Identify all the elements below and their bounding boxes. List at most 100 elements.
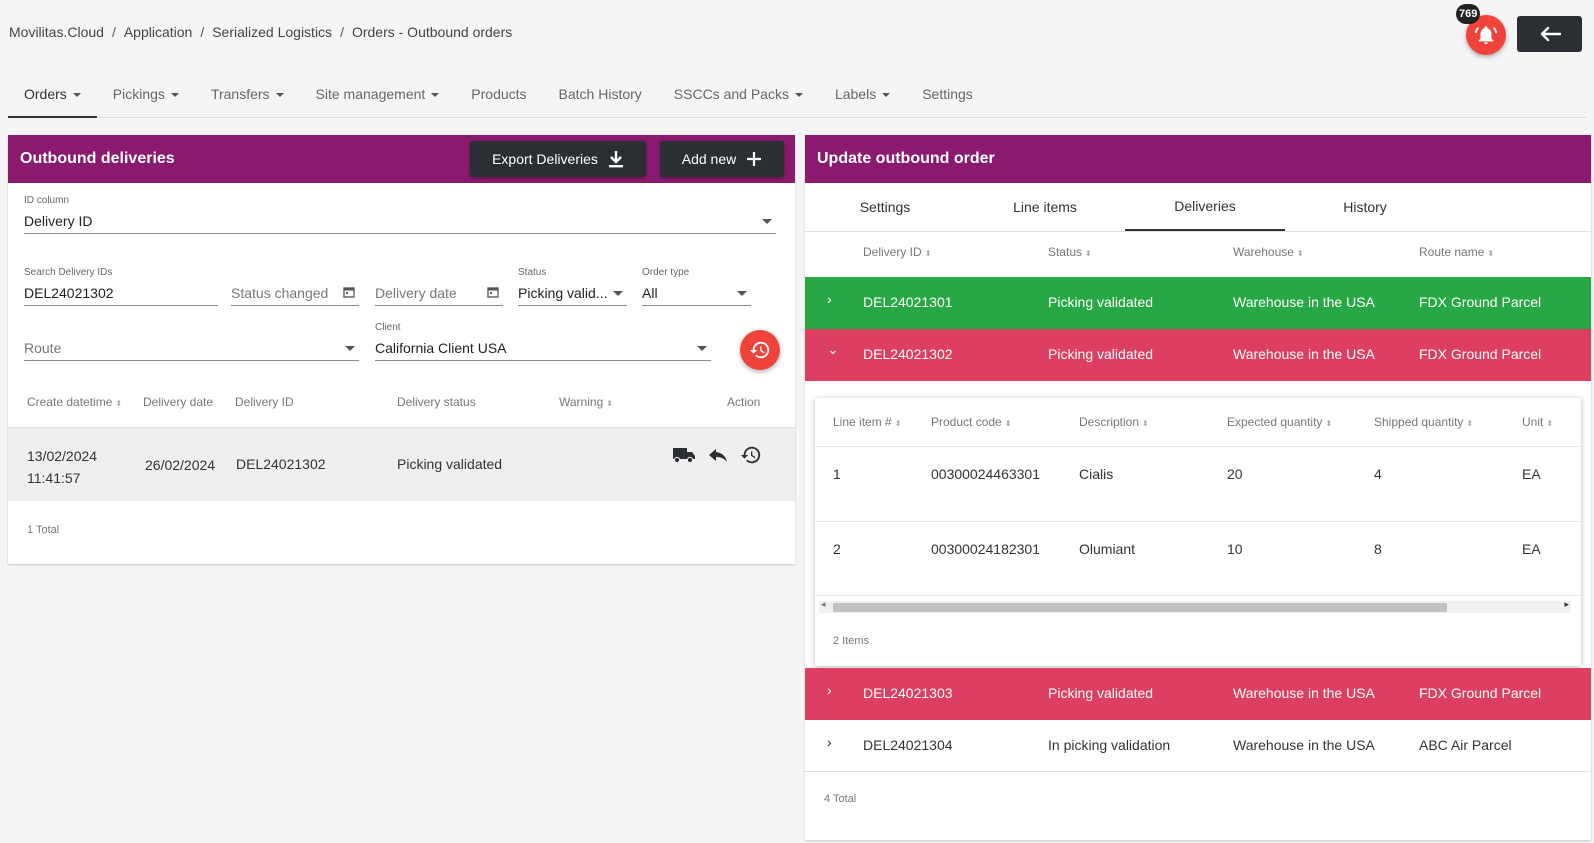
cell-shipped: 4: [1374, 466, 1382, 482]
id-column-select[interactable]: ID column Delivery ID: [24, 195, 776, 234]
col-product-code[interactable]: Product code ⬍: [931, 415, 1011, 429]
delivery-row[interactable]: › DEL24021303 Picking validated Warehous…: [805, 668, 1591, 720]
col-line-item[interactable]: Line item # ⬍: [833, 415, 901, 429]
calendar-icon: [343, 287, 355, 298]
col-warning[interactable]: Warning ⬍: [559, 395, 613, 409]
tab-products[interactable]: Products: [455, 80, 542, 118]
col-description[interactable]: Description ⬍: [1079, 415, 1149, 429]
scroll-left-icon[interactable]: ◂: [821, 599, 826, 610]
cell-create-datetime: 13/02/2024 11:41:57: [27, 445, 97, 489]
sort-icon: ⬍: [606, 399, 613, 408]
field-placeholder: Status changed: [231, 285, 329, 301]
col-warehouse[interactable]: Warehouse ⬍: [1233, 245, 1304, 259]
order-type-select[interactable]: Order type All: [642, 267, 751, 306]
export-deliveries-button[interactable]: Export Deliveries: [470, 141, 646, 177]
col-create-datetime[interactable]: Create datetime ⬍: [27, 395, 122, 409]
reply-icon[interactable]: [708, 446, 728, 464]
caret-down-icon: [170, 93, 179, 97]
horizontal-scrollbar[interactable]: ◂ ▸: [819, 599, 1571, 613]
status-changed-field[interactable]: Status changed: [231, 267, 359, 306]
field-label: ID column: [24, 195, 70, 206]
scrollbar-thumb[interactable]: [833, 603, 1447, 612]
field-label: Status: [518, 267, 547, 278]
sort-icon: ⬍: [115, 399, 123, 408]
scroll-right-icon[interactable]: ▸: [1564, 599, 1569, 610]
tab-history[interactable]: History: [1285, 183, 1445, 231]
tabs-divider: [805, 231, 1591, 232]
tab-deliveries[interactable]: Deliveries: [1125, 183, 1285, 231]
route-select[interactable]: Route: [24, 322, 359, 361]
tab-ssccs-and-packs[interactable]: SSCCs and Packs: [658, 80, 819, 118]
tab-transfers[interactable]: Transfers: [195, 80, 300, 118]
cell-description: Cialis: [1079, 466, 1114, 482]
field-label: Search Delivery IDs: [24, 267, 113, 278]
field-value: Picking valid...: [518, 285, 608, 301]
col-delivery-status: Delivery status: [397, 395, 476, 409]
cell-delivery-date: 26/02/2024: [145, 457, 216, 473]
history-icon: [749, 341, 770, 359]
col-unit[interactable]: Unit ⬍: [1522, 415, 1553, 429]
col-label: Expected quantity: [1227, 415, 1323, 429]
breadcrumb-application[interactable]: Application: [124, 24, 193, 40]
table-row[interactable]: 2 00300024182301 Olumiant 10 8 EA: [815, 521, 1581, 596]
cell-shipped: 8: [1374, 541, 1382, 557]
tab-settings[interactable]: Settings: [805, 183, 965, 231]
tab-labels[interactable]: Labels: [819, 80, 906, 118]
col-shipped-quantity[interactable]: Shipped quantity ⬍: [1374, 415, 1473, 429]
tab-batch-history[interactable]: Batch History: [543, 80, 658, 118]
breadcrumb: Movilitas.Cloud / Application / Serialized…: [9, 24, 513, 40]
add-new-button[interactable]: Add new: [660, 141, 784, 177]
cell-route: FDX Ground Parcel: [1419, 685, 1542, 701]
truck-icon[interactable]: [672, 446, 696, 464]
panel-title: Update outbound order: [817, 150, 995, 167]
search-delivery-ids-input[interactable]: Search Delivery IDs DEL24021302: [24, 267, 218, 306]
sort-icon: ⬍: [1296, 249, 1304, 258]
cell-delivery-id: DEL24021303: [863, 685, 953, 701]
delivery-row[interactable]: › DEL24021304 In picking validation Ware…: [805, 720, 1591, 772]
delivery-date-field[interactable]: Delivery date: [375, 267, 503, 306]
tab-label: Orders: [24, 86, 67, 102]
field-label: Order type: [642, 267, 690, 278]
reset-filters-button[interactable]: [740, 330, 780, 370]
delivery-row-expanded[interactable]: ⌄ DEL24021302 Picking validated Warehous…: [805, 329, 1591, 381]
button-label: Export Deliveries: [492, 151, 598, 167]
breadcrumb-serialized-logistics[interactable]: Serialized Logistics: [212, 24, 332, 40]
sort-icon: ⬍: [1466, 419, 1474, 428]
update-outbound-order-panel: Update outbound order Settings Line item…: [805, 135, 1591, 840]
panel-header: Outbound deliveries Export Deliveries Ad…: [8, 135, 795, 183]
sort-icon: ⬍: [924, 249, 932, 258]
tab-site-management[interactable]: Site management: [300, 80, 456, 118]
col-status[interactable]: Status ⬍: [1048, 245, 1092, 259]
tab-pickings[interactable]: Pickings: [97, 80, 195, 118]
history-icon[interactable]: [740, 444, 762, 466]
col-label: Warning: [559, 395, 604, 409]
col-label: Product code: [931, 415, 1002, 429]
panel-header: Update outbound order: [805, 135, 1591, 183]
breadcrumb-root[interactable]: Movilitas.Cloud: [9, 24, 104, 40]
table-row[interactable]: 1 00300024463301 Cialis 20 4 EA: [815, 446, 1581, 521]
tab-line-items[interactable]: Line items: [965, 183, 1125, 231]
chevron-right-icon[interactable]: ›: [827, 682, 832, 698]
caret-down-icon: [72, 93, 81, 97]
cell-expected: 20: [1227, 466, 1243, 482]
cell-status: In picking validation: [1048, 737, 1171, 753]
col-label: Status: [1048, 245, 1083, 259]
caret-down-icon: [431, 93, 440, 97]
tab-orders[interactable]: Orders: [8, 80, 97, 118]
right-table-total: 4 Total: [824, 793, 857, 805]
table-row[interactable]: 13/02/2024 11:41:57 26/02/2024 DEL240213…: [8, 427, 795, 501]
back-button[interactable]: [1517, 16, 1582, 52]
tab-settings[interactable]: Settings: [906, 80, 989, 118]
col-expected-quantity[interactable]: Expected quantity ⬍: [1227, 415, 1332, 429]
col-label: Description: [1079, 415, 1140, 429]
chevron-down-icon[interactable]: ⌄: [827, 341, 839, 358]
client-select[interactable]: Client California Client USA: [375, 322, 711, 361]
field-label: Client: [375, 322, 401, 333]
chevron-right-icon[interactable]: ›: [827, 734, 832, 750]
line-items-total: 2 Items: [833, 635, 870, 647]
col-delivery-id[interactable]: Delivery ID ⬍: [863, 245, 931, 259]
delivery-row[interactable]: › DEL24021301 Picking validated Warehous…: [805, 277, 1591, 329]
status-select[interactable]: Status Picking valid...: [518, 267, 627, 306]
col-route-name[interactable]: Route name ⬍: [1419, 245, 1494, 259]
chevron-right-icon[interactable]: ›: [827, 291, 832, 307]
